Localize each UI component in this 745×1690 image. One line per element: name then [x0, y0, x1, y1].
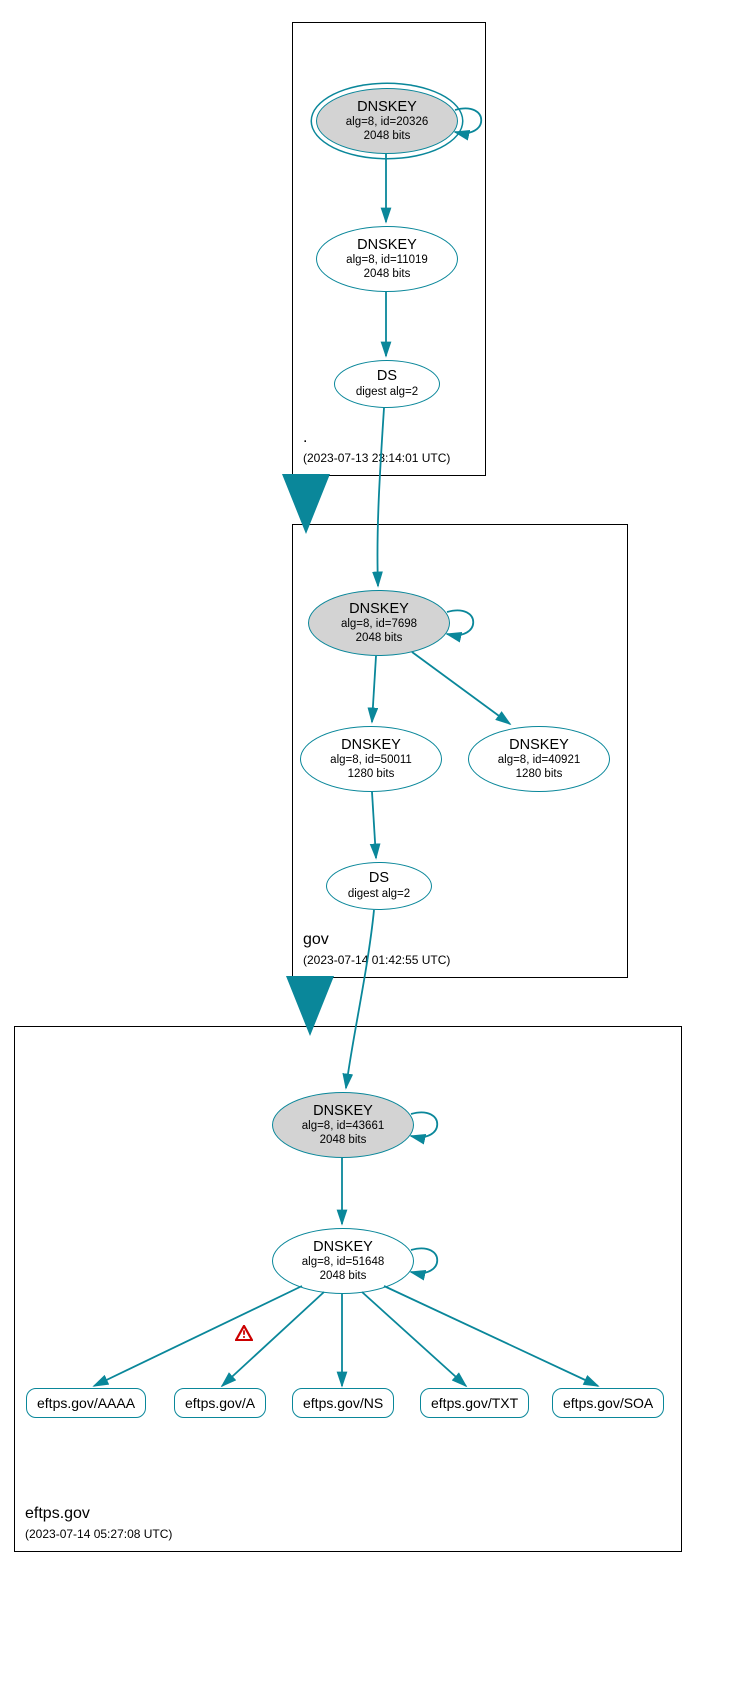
- node-sub: 1280 bits: [348, 768, 395, 782]
- node-title: DNSKEY: [341, 737, 401, 754]
- warning-icon: [235, 1325, 253, 1341]
- node-sub: 2048 bits: [364, 130, 411, 144]
- node-root-zsk: DNSKEY alg=8, id=11019 2048 bits: [316, 226, 458, 292]
- node-gov-zsk2: DNSKEY alg=8, id=40921 1280 bits: [468, 726, 610, 792]
- rr-label: eftps.gov/SOA: [563, 1395, 653, 1411]
- node-rr-ns: eftps.gov/NS: [292, 1388, 394, 1418]
- node-sub: digest alg=2: [356, 386, 418, 400]
- node-title: DNSKEY: [509, 737, 569, 754]
- node-root-ds: DS digest alg=2: [334, 360, 440, 408]
- node-sub: alg=8, id=50011: [330, 754, 412, 768]
- node-sub: alg=8, id=11019: [346, 254, 428, 268]
- rr-label: eftps.gov/A: [185, 1395, 255, 1411]
- zone-eftps-label: eftps.gov: [25, 1505, 90, 1523]
- zone-eftps-timestamp: (2023-07-14 05:27:08 UTC): [25, 1527, 172, 1541]
- node-gov-ds: DS digest alg=2: [326, 862, 432, 910]
- node-title: DNSKEY: [357, 99, 417, 116]
- node-sub: 2048 bits: [320, 1270, 367, 1284]
- node-rr-soa: eftps.gov/SOA: [552, 1388, 664, 1418]
- node-title: DNSKEY: [357, 237, 417, 254]
- node-sub: 2048 bits: [356, 632, 403, 646]
- node-title: DS: [369, 870, 389, 887]
- node-rr-a: eftps.gov/A: [174, 1388, 266, 1418]
- zone-gov-timestamp: (2023-07-14 01:42:55 UTC): [303, 953, 450, 967]
- node-sub: alg=8, id=7698: [341, 618, 417, 632]
- node-sub: alg=8, id=20326: [346, 116, 429, 130]
- node-eftps-zsk: DNSKEY alg=8, id=51648 2048 bits: [272, 1228, 414, 1294]
- node-sub: digest alg=2: [348, 888, 410, 902]
- node-sub: alg=8, id=43661: [302, 1120, 385, 1134]
- node-title: DS: [377, 368, 397, 385]
- rr-label: eftps.gov/AAAA: [37, 1395, 135, 1411]
- node-title: DNSKEY: [313, 1103, 373, 1120]
- rr-label: eftps.gov/TXT: [431, 1395, 518, 1411]
- node-sub: 1280 bits: [516, 768, 563, 782]
- rr-label: eftps.gov/NS: [303, 1395, 383, 1411]
- zone-gov-label: gov: [303, 931, 329, 949]
- node-sub: alg=8, id=51648: [302, 1256, 385, 1270]
- node-eftps-ksk: DNSKEY alg=8, id=43661 2048 bits: [272, 1092, 414, 1158]
- zone-root-label: .: [303, 429, 307, 447]
- node-title: DNSKEY: [313, 1239, 373, 1256]
- node-sub: 2048 bits: [364, 268, 411, 282]
- zone-root-timestamp: (2023-07-13 23:14:01 UTC): [303, 451, 450, 465]
- node-rr-txt: eftps.gov/TXT: [420, 1388, 529, 1418]
- node-rr-aaaa: eftps.gov/AAAA: [26, 1388, 146, 1418]
- node-title: DNSKEY: [349, 601, 409, 618]
- node-root-ksk: DNSKEY alg=8, id=20326 2048 bits: [316, 88, 458, 154]
- node-sub: alg=8, id=40921: [498, 754, 581, 768]
- node-gov-zsk1: DNSKEY alg=8, id=50011 1280 bits: [300, 726, 442, 792]
- node-gov-ksk: DNSKEY alg=8, id=7698 2048 bits: [308, 590, 450, 656]
- node-sub: 2048 bits: [320, 1134, 367, 1148]
